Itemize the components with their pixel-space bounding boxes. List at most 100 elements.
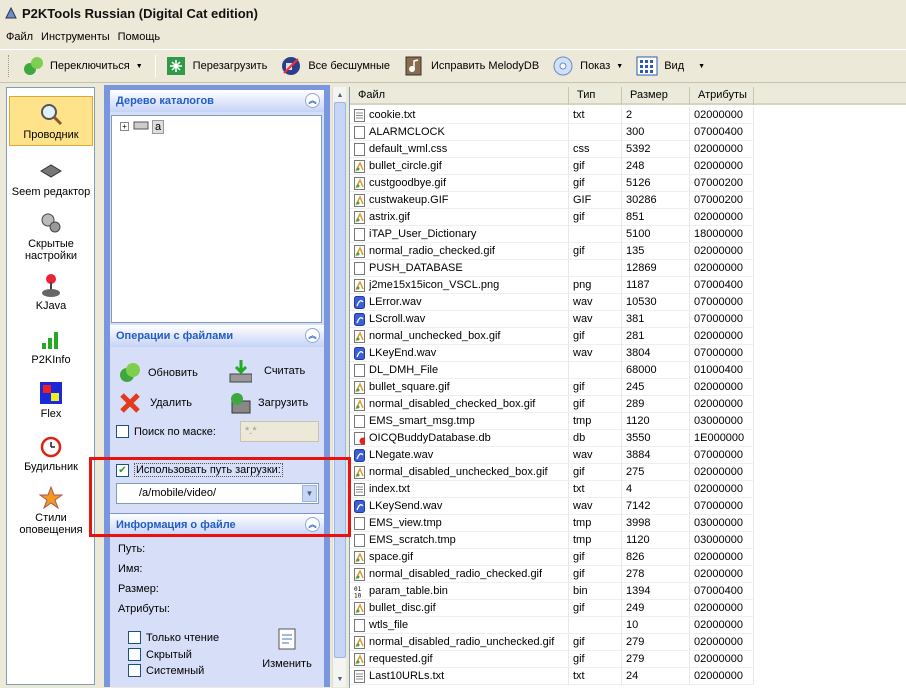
toolbar-grip[interactable]: [8, 55, 11, 77]
file-name-cell[interactable]: custwakeup.GIF: [350, 192, 569, 209]
table-row[interactable]: custgoodbye.gif gif 5126 07000200: [350, 175, 906, 192]
file-name-cell[interactable]: LKeyEnd.wav: [350, 345, 569, 362]
expand-icon[interactable]: +: [120, 122, 129, 131]
hidden-checkbox[interactable]: [128, 648, 141, 661]
table-row[interactable]: EMS_view.tmp tmp 3998 03000000: [350, 515, 906, 532]
sidebar-item-seem-editor[interactable]: Seem редактор: [9, 158, 93, 198]
file-name-cell[interactable]: cookie.txt: [350, 107, 569, 124]
file-name-cell[interactable]: bullet_circle.gif: [350, 158, 569, 175]
reboot-button[interactable]: Перезагрузить: [160, 52, 273, 80]
column-header-type[interactable]: Тип: [569, 87, 622, 105]
delete-button[interactable]: Удалить: [118, 391, 192, 415]
file-name-cell[interactable]: j2me15x15icon_VSCL.png: [350, 277, 569, 294]
file-name-cell[interactable]: DL_DMH_File: [350, 362, 569, 379]
directory-tree[interactable]: + a: [111, 115, 322, 323]
file-name-cell[interactable]: normal_disabled_checked_box.gif: [350, 396, 569, 413]
table-row[interactable]: PUSH_DATABASE 12869 02000000: [350, 260, 906, 277]
chevron-down-icon[interactable]: ▼: [136, 63, 143, 70]
file-name-cell[interactable]: OICQBuddyDatabase.db: [350, 430, 569, 447]
table-row[interactable]: space.gif gif 826 02000000: [350, 549, 906, 566]
table-row[interactable]: LKeyEnd.wav wav 3804 07000000: [350, 345, 906, 362]
file-name-cell[interactable]: EMS_view.tmp: [350, 515, 569, 532]
readonly-checkbox[interactable]: [128, 631, 141, 644]
collapse-icon[interactable]: ︽: [305, 93, 320, 108]
file-name-cell[interactable]: 01 10 param_table.bin: [350, 583, 569, 600]
table-row[interactable]: Last10URLs.txt txt 24 02000000: [350, 668, 906, 685]
table-row[interactable]: iTAP_User_Dictionary 5100 18000000: [350, 226, 906, 243]
file-name-cell[interactable]: custgoodbye.gif: [350, 175, 569, 192]
sidebar-item-alert-styles[interactable]: Стили оповещения: [9, 484, 93, 536]
sidebar-item-alarm[interactable]: Будильник: [9, 433, 93, 473]
file-name-cell[interactable]: astrix.gif: [350, 209, 569, 226]
file-name-cell[interactable]: normal_disabled_radio_checked.gif: [350, 566, 569, 583]
menu-file[interactable]: Файл: [2, 31, 37, 43]
switch-button[interactable]: Переключиться ▼: [17, 52, 148, 80]
file-name-cell[interactable]: space.gif: [350, 549, 569, 566]
file-name-cell[interactable]: index.txt: [350, 481, 569, 498]
sidebar-item-hidden-settings[interactable]: Скрытые настройки: [9, 210, 93, 262]
table-row[interactable]: astrix.gif gif 851 02000000: [350, 209, 906, 226]
chevron-down-icon[interactable]: ▼: [698, 63, 705, 70]
refresh-button[interactable]: Обновить: [118, 361, 198, 385]
file-name-cell[interactable]: requested.gif: [350, 651, 569, 668]
file-name-cell[interactable]: bullet_disc.gif: [350, 600, 569, 617]
sidebar-item-kjava[interactable]: KJava: [9, 272, 93, 312]
file-name-cell[interactable]: ALARMCLOCK: [350, 124, 569, 141]
table-row[interactable]: DL_DMH_File 68000 01000400: [350, 362, 906, 379]
file-name-cell[interactable]: LScroll.wav: [350, 311, 569, 328]
table-row[interactable]: index.txt txt 4 02000000: [350, 481, 906, 498]
read-button[interactable]: Считать: [228, 359, 305, 383]
table-row[interactable]: EMS_scratch.tmp tmp 1120 03000000: [350, 532, 906, 549]
upload-button[interactable]: Загрузить: [228, 391, 308, 415]
change-button[interactable]: Изменить: [258, 627, 316, 670]
table-row[interactable]: wtls_file 10 02000000: [350, 617, 906, 634]
table-row[interactable]: ALARMCLOCK 300 07000400: [350, 124, 906, 141]
mask-input[interactable]: *.*: [240, 421, 319, 442]
mask-checkbox[interactable]: [116, 425, 129, 438]
file-name-cell[interactable]: normal_disabled_radio_unchecked.gif: [350, 634, 569, 651]
table-row[interactable]: normal_disabled_unchecked_box.gif gif 275 0…: [350, 464, 906, 481]
table-row[interactable]: LError.wav wav 10530 07000000: [350, 294, 906, 311]
file-ops-header[interactable]: Операции с файлами ︽: [110, 325, 324, 347]
file-name-cell[interactable]: wtls_file: [350, 617, 569, 634]
collapse-icon[interactable]: ︽: [305, 328, 320, 343]
fix-melodydb-button[interactable]: Исправить MelodyDB: [398, 52, 544, 80]
sidebar-item-flex[interactable]: Flex: [9, 380, 93, 420]
column-header-size[interactable]: Размер: [622, 87, 690, 105]
table-row[interactable]: LScroll.wav wav 381 07000000: [350, 311, 906, 328]
table-row[interactable]: EMS_smart_msg.tmp tmp 1120 03000000: [350, 413, 906, 430]
scroll-down-icon[interactable]: ▼: [334, 672, 346, 686]
splitter[interactable]: [97, 87, 103, 685]
scroll-thumb[interactable]: [334, 102, 346, 658]
file-name-cell[interactable]: Last10URLs.txt: [350, 668, 569, 685]
table-row[interactable]: custwakeup.GIF GIF 30286 07000200: [350, 192, 906, 209]
table-row[interactable]: normal_unchecked_box.gif gif 281 02000000: [350, 328, 906, 345]
file-name-cell[interactable]: LKeySend.wav: [350, 498, 569, 515]
tree-panel-header[interactable]: Дерево каталогов ︽: [110, 90, 324, 112]
table-row[interactable]: 01 10 param_table.bin bin 1394 07000400: [350, 583, 906, 600]
table-row[interactable]: j2me15x15icon_VSCL.png png 1187 07000400: [350, 277, 906, 294]
file-name-cell[interactable]: normal_radio_checked.gif: [350, 243, 569, 260]
task-pane-scrollbar[interactable]: ▲ ▼: [332, 87, 346, 687]
table-row[interactable]: bullet_disc.gif gif 249 02000000: [350, 600, 906, 617]
table-row[interactable]: normal_disabled_radio_unchecked.gif gif 27…: [350, 634, 906, 651]
table-row[interactable]: LKeySend.wav wav 7142 07000000: [350, 498, 906, 515]
file-name-cell[interactable]: default_wml.css: [350, 141, 569, 158]
file-name-cell[interactable]: LNegate.wav: [350, 447, 569, 464]
menu-help[interactable]: Помощь: [114, 31, 165, 43]
file-name-cell[interactable]: LError.wav: [350, 294, 569, 311]
chevron-down-icon[interactable]: ▼: [616, 63, 623, 70]
file-name-cell[interactable]: EMS_smart_msg.tmp: [350, 413, 569, 430]
system-checkbox[interactable]: [128, 664, 141, 677]
table-row[interactable]: OICQBuddyDatabase.db db 3550 1E000000: [350, 430, 906, 447]
column-header-attributes[interactable]: Атрибуты: [690, 87, 754, 105]
tree-node-root[interactable]: + a: [120, 119, 165, 134]
table-row[interactable]: bullet_circle.gif gif 248 02000000: [350, 158, 906, 175]
scroll-up-icon[interactable]: ▲: [334, 88, 346, 102]
table-row[interactable]: bullet_square.gif gif 245 02000000: [350, 379, 906, 396]
silent-button[interactable]: Все бесшумные: [275, 52, 395, 80]
file-name-cell[interactable]: bullet_square.gif: [350, 379, 569, 396]
file-name-cell[interactable]: normal_unchecked_box.gif: [350, 328, 569, 345]
table-row[interactable]: LNegate.wav wav 3884 07000000: [350, 447, 906, 464]
file-name-cell[interactable]: normal_disabled_unchecked_box.gif: [350, 464, 569, 481]
